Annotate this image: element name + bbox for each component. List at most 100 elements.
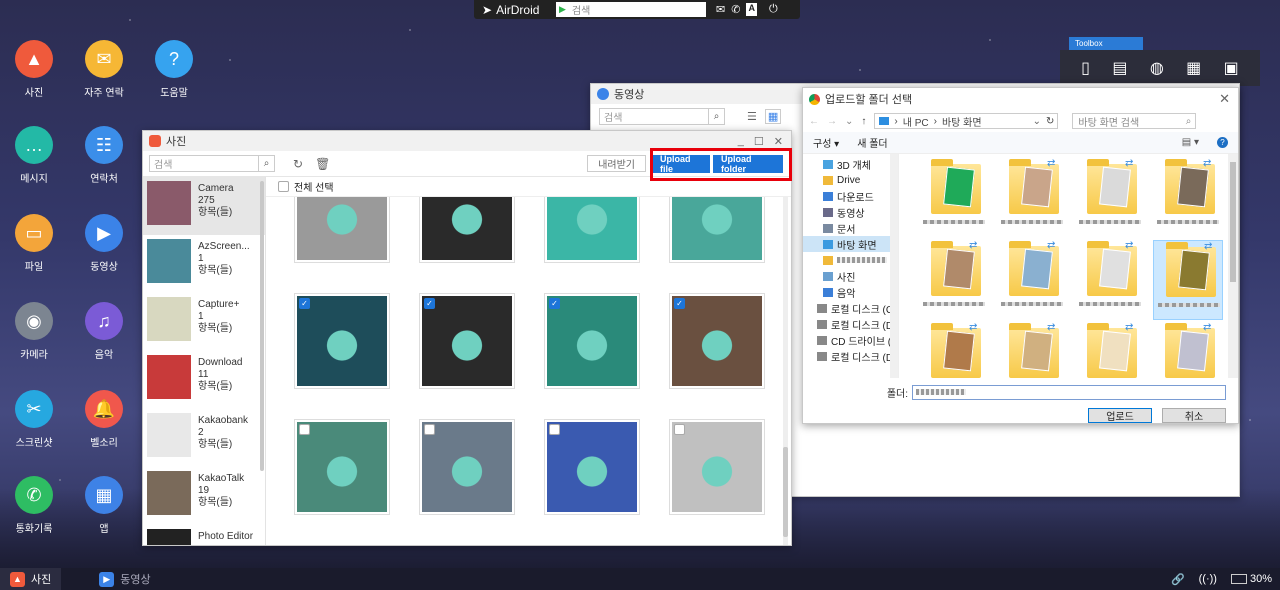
taskbar-item-photo[interactable]: ▲ 사진 xyxy=(0,568,62,590)
photo-thumbnail[interactable]: ✓ xyxy=(419,293,515,389)
photo-checkbox[interactable]: ✓ xyxy=(299,298,310,309)
folder-item[interactable]: ⇄ xyxy=(1153,240,1223,320)
folder-item[interactable]: ⇄ xyxy=(1075,158,1145,238)
video-search-input[interactable]: 검색 ⌕ xyxy=(599,107,725,125)
folder-item[interactable]: ⇄ xyxy=(1153,158,1223,238)
mail-icon[interactable]: ✉ xyxy=(716,3,725,16)
photo-thumbnail[interactable] xyxy=(544,197,640,263)
desktop-icon[interactable]: ▲ 사진 xyxy=(4,40,64,99)
tree-item[interactable]: 음악 xyxy=(803,284,898,300)
folder-item[interactable] xyxy=(919,158,989,238)
photo-thumbnail[interactable] xyxy=(419,419,515,515)
toolbox-icon[interactable]: ▣ xyxy=(1224,58,1239,78)
minimize-icon[interactable]: _ xyxy=(738,135,744,148)
desktop-icon[interactable]: ▭ 파일 xyxy=(4,214,64,273)
tree-item[interactable]: 문서 xyxy=(803,220,898,236)
photo-checkbox[interactable] xyxy=(424,424,435,435)
folder-item[interactable]: ⇄ xyxy=(997,158,1067,238)
folder-item[interactable]: ⇄ xyxy=(997,322,1067,378)
phone-device-icon[interactable]: ▯ xyxy=(1081,58,1090,78)
folder-item[interactable]: ⇄ xyxy=(1153,322,1223,378)
desktop-icon[interactable]: … 메시지 xyxy=(4,126,64,185)
tree-item[interactable]: 로컬 디스크 (C:) xyxy=(803,300,898,316)
document-icon[interactable]: ▤ xyxy=(1112,58,1127,78)
desktop-icon[interactable]: ✉ 자주 연락 xyxy=(74,40,134,99)
upload-button[interactable]: 업로드 xyxy=(1088,408,1152,423)
new-folder-button[interactable]: 새 폴더 xyxy=(857,135,887,150)
album-item[interactable]: Download 11 항목(들) xyxy=(143,351,265,409)
photo-thumbnail[interactable] xyxy=(669,419,765,515)
photo-thumbnail[interactable] xyxy=(544,419,640,515)
folder-item[interactable]: ⇄ xyxy=(919,322,989,378)
desktop-icon[interactable]: ▦ 앱 xyxy=(74,476,134,535)
photo-checkbox[interactable] xyxy=(674,424,685,435)
grid-scrollbar[interactable] xyxy=(783,197,788,545)
tree-item[interactable]: 사진 xyxy=(803,268,898,284)
photo-thumbnail[interactable] xyxy=(669,197,765,263)
search-icon[interactable]: ⌕ xyxy=(258,156,274,171)
desktop-icon[interactable]: ✂ 스크린샷 xyxy=(4,390,64,449)
desktop-icon[interactable]: ? 도움말 xyxy=(144,40,204,99)
photo-checkbox[interactable]: ✓ xyxy=(674,298,685,309)
power-icon[interactable]: ⏻ xyxy=(769,3,778,16)
dialog-titlebar[interactable]: 업로드할 폴더 선택 ✕ xyxy=(803,88,1238,110)
album-item[interactable]: KakaoTalk 19 항목(들) xyxy=(143,467,265,525)
back-arrow-icon[interactable]: ← xyxy=(809,116,819,127)
tree-item[interactable]: 로컬 디스크 (D:) xyxy=(803,348,898,364)
photo-checkbox[interactable] xyxy=(299,424,310,435)
folder-item[interactable]: ⇄ xyxy=(1075,322,1145,378)
close-icon[interactable]: ✕ xyxy=(774,135,783,148)
taskbar-item-video[interactable]: ▶ 동영상 xyxy=(89,568,160,590)
view-options-icon[interactable]: ▤ ▾ xyxy=(1182,137,1199,148)
wifi-icon[interactable]: ((·)) xyxy=(1199,573,1217,585)
desktop-icon[interactable]: ▶ 동영상 xyxy=(74,214,134,273)
chevron-down-icon[interactable]: ⌄ xyxy=(1033,116,1041,127)
photo-thumbnail[interactable]: ✓ xyxy=(294,293,390,389)
top-search-input[interactable]: ▶ 검색 xyxy=(556,2,706,17)
folder-item[interactable]: ⇄ xyxy=(1075,240,1145,320)
phone-icon[interactable]: ✆ xyxy=(731,3,740,16)
tree-scrollbar[interactable] xyxy=(890,154,898,378)
refresh-icon[interactable]: ↻ xyxy=(293,157,303,171)
desktop-icon[interactable]: ♫ 음악 xyxy=(74,302,134,361)
album-item[interactable]: Photo Editor xyxy=(143,525,265,545)
photo-checkbox[interactable]: ✓ xyxy=(424,298,435,309)
toolbox-tab[interactable]: Toolbox xyxy=(1069,37,1143,50)
desktop-icon[interactable]: ◉ 카메라 xyxy=(4,302,64,361)
tree-item[interactable]: 바탕 화면 xyxy=(803,236,898,252)
download-button[interactable]: 내려받기 xyxy=(587,155,646,172)
organize-menu[interactable]: 구성 ▾ xyxy=(813,135,839,150)
address-bar[interactable]: › 내 PC › 바탕 화면 ⌄ ↻ xyxy=(874,113,1059,129)
photo-thumbnail[interactable] xyxy=(294,197,390,263)
close-icon[interactable]: ✕ xyxy=(1219,91,1230,107)
album-item[interactable]: Capture+ 1 항목(들) xyxy=(143,293,265,351)
folder-item[interactable]: ⇄ xyxy=(919,240,989,320)
photo-thumbnail[interactable] xyxy=(294,419,390,515)
cancel-button[interactable]: 취소 xyxy=(1162,408,1226,423)
globe-icon[interactable]: ◍ xyxy=(1150,58,1164,78)
photo-search-input[interactable]: 검색 ⌕ xyxy=(149,155,275,172)
search-icon[interactable]: ⌕ xyxy=(708,108,724,124)
forward-arrow-icon[interactable]: → xyxy=(827,116,837,127)
clipboard-icon[interactable]: ▦ xyxy=(1186,58,1201,78)
photo-checkbox[interactable] xyxy=(549,424,560,435)
up-arrow-icon[interactable]: ↑ xyxy=(861,116,866,127)
photo-thumbnail[interactable]: ✓ xyxy=(544,293,640,389)
tree-item[interactable]: Drive xyxy=(803,172,898,188)
photo-thumbnail[interactable] xyxy=(419,197,515,263)
photo-checkbox[interactable]: ✓ xyxy=(549,298,560,309)
files-scrollbar[interactable] xyxy=(1228,154,1238,378)
desktop-icon[interactable]: ☷ 연락처 xyxy=(74,126,134,185)
dialog-search-input[interactable]: 바탕 화면 검색 ⌕ xyxy=(1072,113,1197,129)
album-item[interactable]: Camera 275 항목(들) xyxy=(143,177,265,235)
tree-item[interactable]: 로컬 디스크 (D:) xyxy=(803,316,898,332)
tree-item[interactable]: 동영상 xyxy=(803,204,898,220)
album-item[interactable]: AzScreen... 1 항목(들) xyxy=(143,235,265,293)
link-icon[interactable]: 🔗 xyxy=(1171,573,1185,586)
list-view-icon[interactable]: ☰ xyxy=(747,110,757,123)
refresh-icon[interactable]: ↻ xyxy=(1046,116,1057,127)
tree-item[interactable]: 3D 개체 xyxy=(803,156,898,172)
desktop-icon[interactable]: 🔔 벨소리 xyxy=(74,390,134,449)
select-all-checkbox[interactable] xyxy=(278,181,289,192)
folder-name-input[interactable] xyxy=(912,384,1226,400)
